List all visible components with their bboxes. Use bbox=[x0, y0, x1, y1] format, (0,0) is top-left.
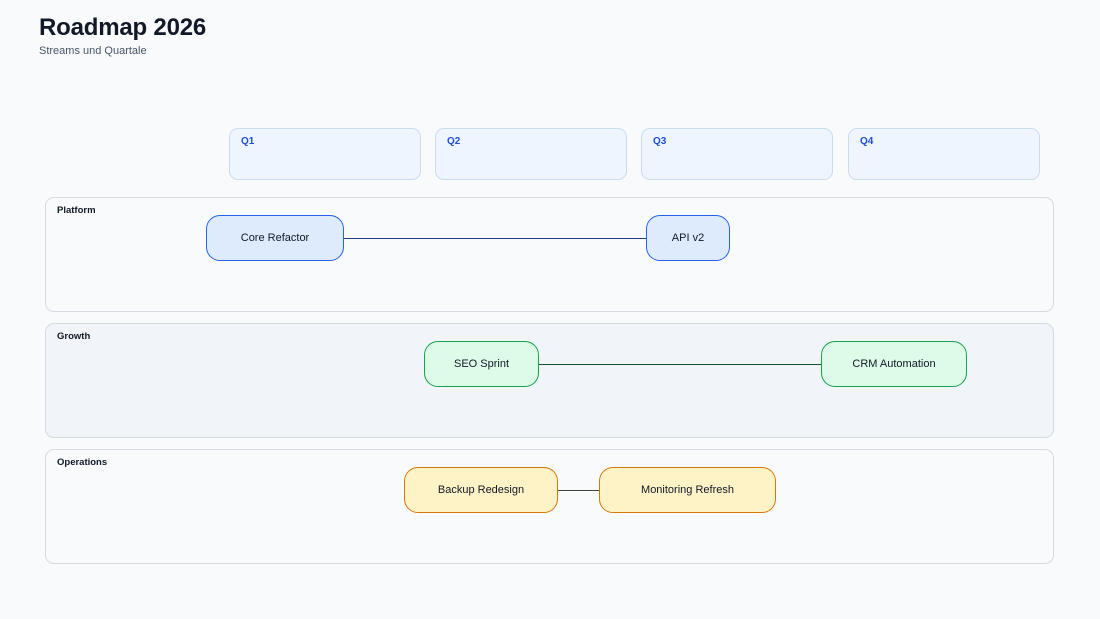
quarter-label: Q3 bbox=[653, 136, 667, 147]
node-label: API v2 bbox=[671, 232, 705, 244]
quarter-label: Q1 bbox=[241, 136, 255, 147]
node-label: SEO Sprint bbox=[453, 358, 510, 370]
node-api-v2[interactable]: API v2 bbox=[646, 215, 730, 261]
connector-backup-redesign-to-monitoring-refresh bbox=[557, 490, 600, 491]
quarter-header-q3: Q3 bbox=[641, 128, 833, 180]
page-title: Roadmap 2026 bbox=[39, 14, 207, 41]
quarter-header-q2: Q2 bbox=[435, 128, 627, 180]
quarter-label: Q2 bbox=[447, 136, 461, 147]
node-seo-sprint[interactable]: SEO Sprint bbox=[424, 341, 539, 387]
node-label: Core Refactor bbox=[240, 232, 310, 244]
roadmap-page: Roadmap 2026 Streams und Quartale Q1 Q2 … bbox=[0, 0, 1100, 619]
page-subtitle: Streams und Quartale bbox=[39, 45, 147, 57]
node-label: Backup Redesign bbox=[437, 484, 525, 496]
node-crm-automation[interactable]: CRM Automation bbox=[821, 341, 967, 387]
node-label: Monitoring Refresh bbox=[641, 484, 734, 496]
lane-platform: Platform bbox=[45, 197, 1054, 312]
node-backup-redesign[interactable]: Backup Redesign bbox=[404, 467, 558, 513]
lane-label: Growth bbox=[57, 331, 91, 342]
node-core-refactor[interactable]: Core Refactor bbox=[206, 215, 344, 261]
connector-seo-sprint-to-crm-automation bbox=[537, 364, 822, 365]
quarter-header-q1: Q1 bbox=[229, 128, 421, 180]
lane-label: Platform bbox=[57, 205, 96, 216]
connector-core-refactor-to-api-v2 bbox=[343, 238, 647, 239]
node-label: CRM Automation bbox=[852, 358, 936, 370]
lane-label: Operations bbox=[57, 457, 108, 468]
quarter-header-q4: Q4 bbox=[848, 128, 1040, 180]
quarter-label: Q4 bbox=[860, 136, 874, 147]
node-monitoring-refresh[interactable]: Monitoring Refresh bbox=[599, 467, 776, 513]
